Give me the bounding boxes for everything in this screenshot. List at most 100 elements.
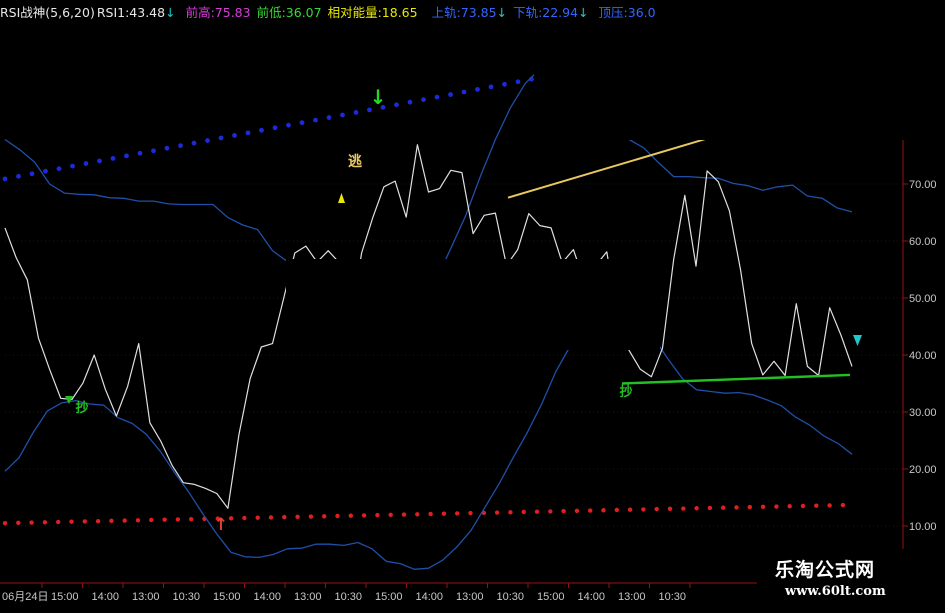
x-tick-label: 10:30 [496,591,524,603]
red-dot [388,512,393,518]
red-dot [95,518,101,524]
red-dot [588,508,593,513]
x-tick-label: 14:00 [577,591,605,603]
y-tick-label: 50.00 [909,293,937,305]
blue-dot [475,87,480,92]
blue-dot [299,120,305,126]
blue-dot [205,138,210,143]
grid-layer [5,183,903,527]
red-dot [534,509,540,514]
red-dot [42,520,48,525]
red-dot [401,512,407,517]
red-dot [800,503,806,509]
red-dot [707,505,713,511]
red-dot [508,510,513,515]
blue-dot [326,115,332,120]
red-dot [840,502,846,508]
bottom-signal-1: 抄 [75,400,88,416]
red-dot [574,508,580,514]
red-dot [814,503,819,508]
relative-energy: 相对能量:18.65 [327,5,418,20]
x-tick-label: 14:00 [91,591,119,603]
rsi-value: RSI1:43.48 [96,5,166,20]
red-dot [614,507,619,513]
blue-dot [421,97,426,103]
red-dot [322,514,327,519]
x-tick-label: 15:00 [213,591,241,603]
redaction-box-center [286,259,660,350]
red-dot [361,513,367,518]
blue-dot [286,122,291,128]
blue-dot [434,94,440,100]
blue-dot [16,173,21,179]
red-dot [29,520,34,525]
red-dot [162,517,167,522]
x-tick-label: 15:00 [537,591,565,603]
red-dot [69,519,74,524]
blue-dot [313,117,318,123]
red-dot [82,519,88,524]
support-line [621,373,851,385]
x-tick-label: 13:00 [132,591,160,603]
prev-low: 前低:36.07 [256,5,322,20]
red-dot [627,507,633,512]
watermark: 乐淘公式网 www.60lt.com [757,549,945,609]
watermark-url: www.60lt.com [785,584,886,599]
y-tick-label: 30.00 [909,407,937,419]
blue-dot [110,156,116,161]
x-tick-label: 15:00 [375,591,403,603]
watermark-title: 乐淘公式网 [775,559,876,581]
lower-band: 下轨:22.94 [513,5,579,20]
blue-dot [151,148,156,154]
red-dot [56,519,61,525]
x-tick-label: 13:00 [294,591,322,603]
bottom-signal-2: 抄 [619,384,632,400]
red-dot [681,506,686,511]
red-dot [734,505,739,510]
blue-dot [97,158,102,164]
red-dot [760,504,766,510]
band-lower-line [4,313,853,570]
rsi-arrow: ↓ [165,5,176,20]
red-dot [721,505,726,510]
resistance-line [507,134,718,199]
red-dot [295,514,300,520]
x-tick-label: 10:30 [172,591,200,603]
blue-dot [43,168,48,174]
red-dot [189,516,194,522]
red-dot [548,509,553,514]
blue-dot [164,145,170,151]
blue-dot [83,161,89,166]
red-dot [348,513,353,518]
blue-dot [515,79,521,85]
red-dot [494,510,500,515]
blue-dot [218,135,224,141]
blue-dot [29,171,35,177]
upper-band-arrow: ↓ [496,5,508,20]
red-dot [787,504,792,509]
red-dot [694,506,699,511]
red-dot [428,511,433,517]
red-dot [135,518,141,523]
y-tick-label: 40.00 [909,350,937,362]
indicator-header: RSI战神(5,6,20) RSI1:43.48↓ 前高:75.83 前低:36.07… [0,2,662,24]
escape-signal-label: 逃 [348,153,362,170]
x-tick-label: 13:00 [618,591,646,603]
top-pressure: 顶压:36.0 [598,5,656,20]
y-tick-label: 60.00 [909,236,937,248]
y-tick-label: 70.00 [909,179,937,191]
red-dot [255,515,260,520]
x-tick-label: 14:00 [253,591,281,603]
blue-dot [124,153,129,159]
red-dot [228,516,234,521]
red-dot [641,507,646,512]
red-dot [308,514,314,519]
red-dot [149,517,154,523]
y-tick-label: 10.00 [909,521,937,533]
red-dot [468,510,473,516]
blue-dot [394,102,399,108]
blue-dot [340,112,345,118]
blue-dot [488,84,494,90]
blue-dot [245,130,251,136]
x-tick-label: 06月24日 [2,591,48,603]
